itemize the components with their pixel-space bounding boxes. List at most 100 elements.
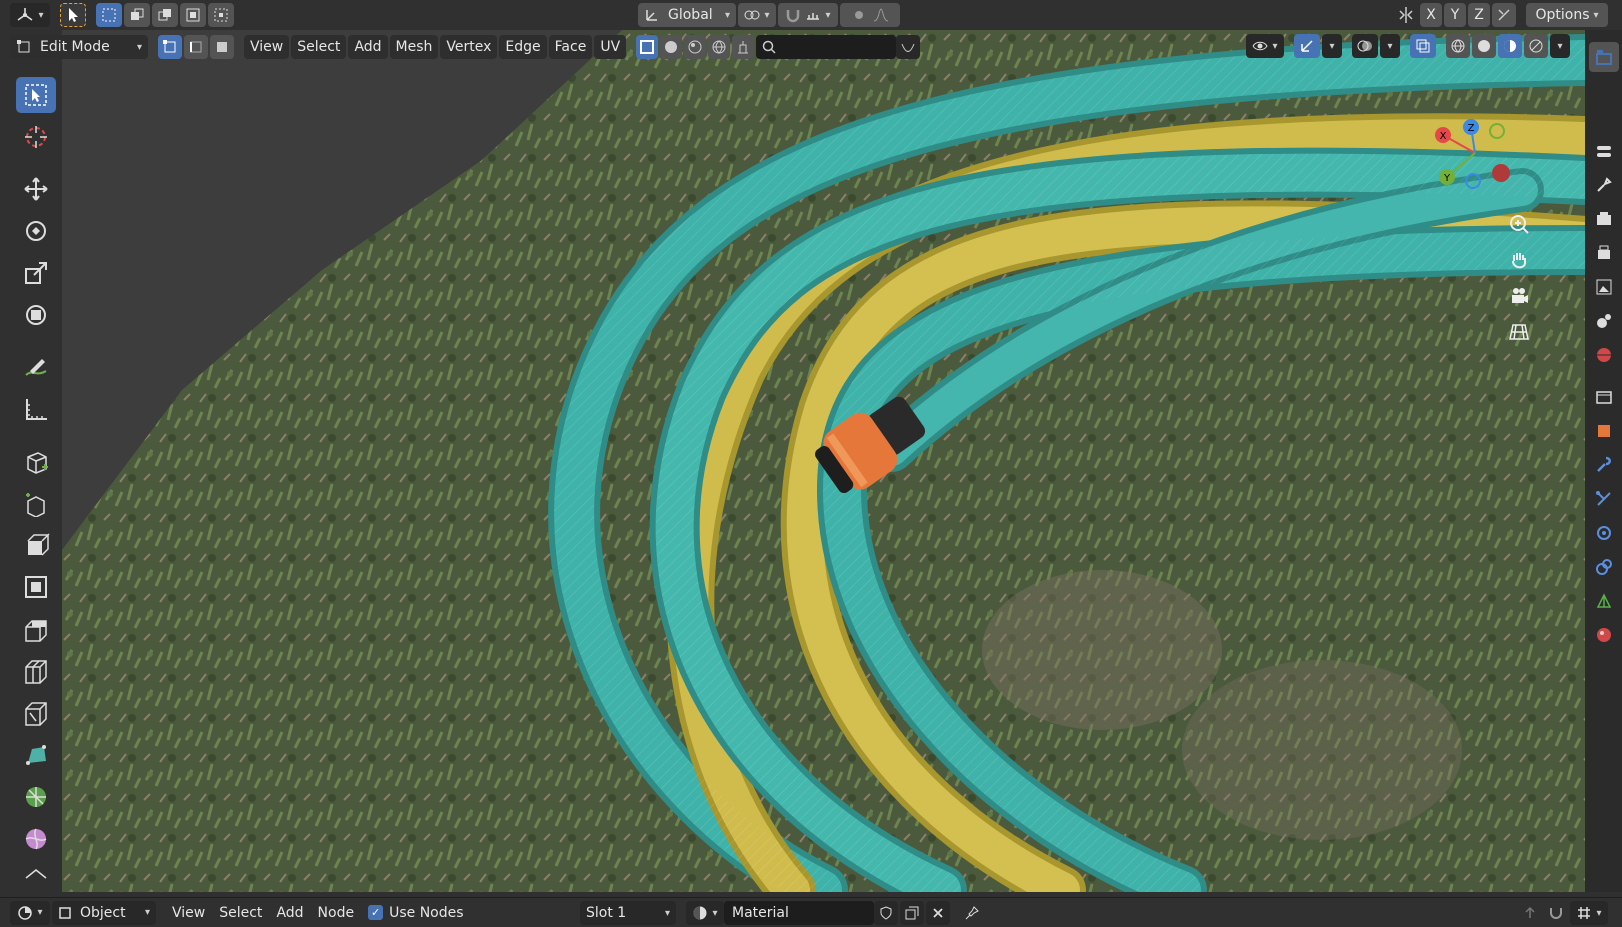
physics-icon[interactable] — [1589, 518, 1619, 548]
select-mode-extend-icon[interactable] — [124, 3, 150, 27]
render-icon[interactable] — [1589, 204, 1619, 234]
material-name-field[interactable]: Material — [724, 901, 874, 925]
viewport-search-field[interactable] — [756, 35, 897, 59]
mode-dropdown[interactable]: Edit Mode ▾ — [10, 35, 148, 59]
material-tab-icon[interactable] — [1589, 620, 1619, 650]
mirror-z-button[interactable]: Z — [1468, 3, 1490, 27]
output-icon[interactable] — [1589, 238, 1619, 268]
menu-face[interactable]: Face — [548, 35, 593, 59]
bottom-menu-node[interactable]: Node — [312, 901, 361, 925]
menu-edge[interactable]: Edge — [499, 35, 547, 59]
snap-magnet-icon[interactable] — [1544, 901, 1568, 925]
slot-dropdown[interactable]: Slot 1 ▾ — [580, 901, 676, 925]
overlays-dropdown[interactable]: ▾ — [1380, 34, 1400, 58]
options-dropdown[interactable]: Options ▾ — [1526, 3, 1608, 27]
particles-icon[interactable] — [1589, 484, 1619, 514]
mirror-x-button[interactable]: X — [1420, 3, 1442, 27]
tool-tab-icon[interactable] — [1588, 42, 1619, 72]
constraints-icon[interactable] — [1589, 552, 1619, 582]
bottom-editor-type-button[interactable]: ▾ — [10, 900, 50, 925]
menu-vertex[interactable]: Vertex — [440, 35, 498, 59]
spin-icon[interactable] — [16, 779, 56, 815]
material-preview-shading-icon[interactable] — [1498, 34, 1522, 58]
add-cube-icon[interactable] — [16, 443, 56, 479]
tool-settings-wrench-icon[interactable] — [1589, 170, 1619, 200]
collection-icon[interactable] — [1589, 382, 1619, 412]
mirror-y-button[interactable]: Y — [1444, 3, 1466, 27]
shading-sphere-icon[interactable] — [660, 35, 683, 59]
annotate-icon[interactable] — [16, 349, 56, 385]
overlays-icon[interactable] — [1352, 34, 1378, 58]
pivot-point-dropdown[interactable]: ▾ — [738, 3, 776, 27]
3d-viewport[interactable]: X Z Y — [62, 30, 1585, 892]
extrude-region-icon[interactable] — [16, 485, 56, 521]
gizmo-toggle-icon[interactable] — [1294, 34, 1320, 58]
unlink-material-icon[interactable] — [926, 901, 950, 925]
gizmo-dropdown[interactable]: ▾ — [1322, 34, 1342, 58]
menu-select[interactable]: Select — [291, 35, 347, 59]
select-mode-new-icon[interactable] — [96, 3, 122, 27]
scene-icon[interactable] — [1589, 306, 1619, 336]
loop-cut-icon[interactable] — [16, 653, 56, 689]
material-icon[interactable] — [684, 35, 707, 59]
pan-hand-icon[interactable] — [1504, 245, 1534, 275]
menu-add[interactable]: Add — [348, 35, 388, 59]
snap-element-dropdown[interactable]: ▾ — [1570, 901, 1608, 925]
cursor-icon[interactable] — [16, 119, 56, 155]
face-select-icon[interactable] — [210, 35, 234, 59]
select-mode-subtract-icon[interactable] — [152, 3, 178, 27]
object-icon[interactable] — [1589, 416, 1619, 446]
transform-orientation-dropdown[interactable]: Global ▾ — [638, 3, 736, 27]
poly-build-icon[interactable] — [16, 737, 56, 773]
transform-icon[interactable] — [16, 297, 56, 333]
move-icon[interactable] — [16, 171, 56, 207]
measure-icon[interactable] — [16, 391, 56, 427]
proportional-editing-toggle[interactable] — [840, 3, 900, 27]
select-mode-intersect-icon[interactable] — [208, 3, 234, 27]
select-box-icon[interactable] — [16, 77, 56, 113]
snapping-toggle[interactable]: ▾ — [778, 3, 838, 27]
shading-dropdown[interactable]: ▾ — [1550, 34, 1570, 58]
xray-toggle-icon[interactable] — [1410, 34, 1436, 58]
select-mode-invert-icon[interactable] — [180, 3, 206, 27]
bevel-icon[interactable] — [16, 611, 56, 647]
menu-mesh[interactable]: Mesh — [389, 35, 439, 59]
bottom-menu-view[interactable]: View — [166, 901, 211, 925]
visibility-dropdown[interactable]: ▾ — [1246, 34, 1284, 58]
rotate-icon[interactable] — [16, 213, 56, 249]
shrink-fatten-icon[interactable] — [16, 863, 56, 883]
camera-view-icon[interactable] — [1504, 281, 1534, 311]
vertex-select-icon[interactable] — [158, 35, 182, 59]
knife-icon[interactable] — [16, 695, 56, 731]
tool-settings-icon[interactable] — [60, 3, 86, 27]
browse-material-button[interactable]: ▾ — [686, 901, 724, 925]
shader-type-dropdown[interactable]: Object ▾ — [52, 900, 156, 925]
world-tab-icon[interactable] — [1589, 340, 1619, 370]
data-mesh-icon[interactable] — [1589, 586, 1619, 616]
wireframe-shading-icon[interactable] — [1446, 34, 1470, 58]
editor-type-button[interactable]: ▾ — [10, 3, 50, 27]
gizmo-neg-x-circle[interactable] — [1492, 164, 1510, 182]
world-icon[interactable] — [708, 35, 731, 59]
parent-node-tree-icon[interactable] — [1518, 901, 1542, 925]
rendered-shading-icon[interactable] — [1524, 34, 1548, 58]
navigation-gizmo[interactable]: X Z Y — [1425, 113, 1535, 193]
gizmo-neg-y-circle[interactable] — [1489, 123, 1505, 139]
solid-shading-icon[interactable] — [1472, 34, 1496, 58]
active-tool-icon[interactable] — [1589, 136, 1619, 166]
menu-view[interactable]: View — [244, 35, 290, 59]
menu-uv[interactable]: UV — [594, 35, 627, 59]
auto-merge-icon[interactable] — [1492, 3, 1516, 27]
solid-mode-icon[interactable] — [636, 35, 659, 59]
perspective-grid-icon[interactable] — [1504, 317, 1534, 347]
view-layer-icon[interactable] — [1589, 272, 1619, 302]
inset-faces-icon[interactable] — [16, 569, 56, 605]
pin-icon[interactable] — [960, 901, 984, 925]
gizmo-neg-z-circle[interactable] — [1465, 173, 1481, 189]
filter-curve-icon[interactable] — [896, 35, 921, 59]
edge-select-icon[interactable] — [184, 35, 208, 59]
modifier-wrench-icon[interactable] — [1589, 450, 1619, 480]
bottom-menu-select[interactable]: Select — [213, 901, 268, 925]
fake-user-shield-icon[interactable] — [874, 901, 898, 925]
smooth-icon[interactable] — [16, 821, 56, 857]
